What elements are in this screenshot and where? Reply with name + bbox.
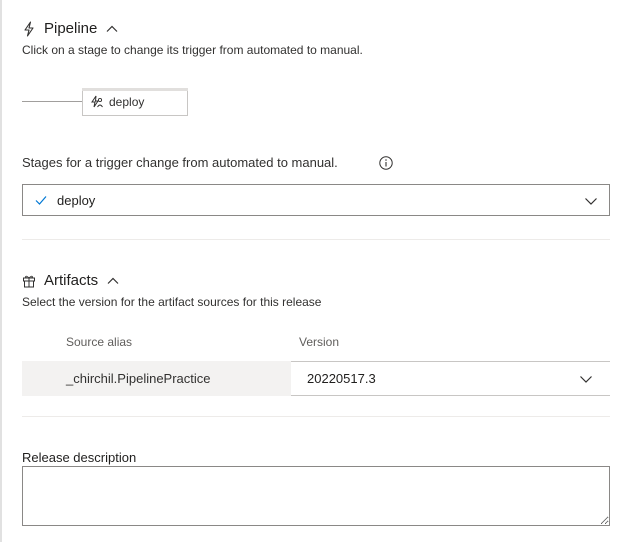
release-description-label: Release description: [22, 450, 137, 465]
release-description-input[interactable]: [22, 466, 610, 526]
stages-trigger-label: Stages for a trigger change from automat…: [22, 155, 338, 170]
artifact-source-alias: _chirchil.PipelinePractice: [66, 371, 211, 386]
section-divider: [22, 239, 610, 240]
chevron-down-icon: [580, 376, 592, 383]
lightning-icon: [24, 20, 34, 37]
pipeline-connector: [22, 101, 82, 102]
panel-left-border: [0, 0, 2, 542]
stage-trigger-icon: [91, 95, 103, 108]
gift-icon: [23, 275, 35, 287]
stage-deploy-card[interactable]: deploy: [82, 88, 188, 116]
chevron-up-icon[interactable]: [106, 274, 120, 288]
chevron-down-icon: [585, 198, 597, 205]
artifact-version-value: 20220517.3: [307, 371, 376, 386]
pipeline-title: Pipeline: [44, 20, 98, 37]
artifacts-help-text: Select the version for the artifact sour…: [22, 295, 322, 309]
artifact-version-dropdown[interactable]: 20220517.3: [291, 361, 610, 396]
stage-deploy-label: deploy: [109, 95, 145, 109]
stages-trigger-selected: deploy: [57, 192, 96, 208]
chevron-up-icon[interactable]: [105, 22, 119, 36]
pipeline-section-header[interactable]: Pipeline: [22, 20, 119, 37]
column-header-version: Version: [299, 335, 340, 349]
check-icon: [35, 196, 47, 205]
pipeline-help-text: Click on a stage to change its trigger f…: [22, 43, 363, 57]
artifacts-section-header[interactable]: Artifacts: [22, 272, 120, 289]
column-header-source-alias: Source alias: [66, 335, 133, 349]
section-divider: [22, 416, 610, 417]
stages-trigger-dropdown[interactable]: deploy: [22, 184, 610, 216]
info-icon[interactable]: [379, 156, 393, 170]
artifacts-title: Artifacts: [44, 272, 99, 289]
